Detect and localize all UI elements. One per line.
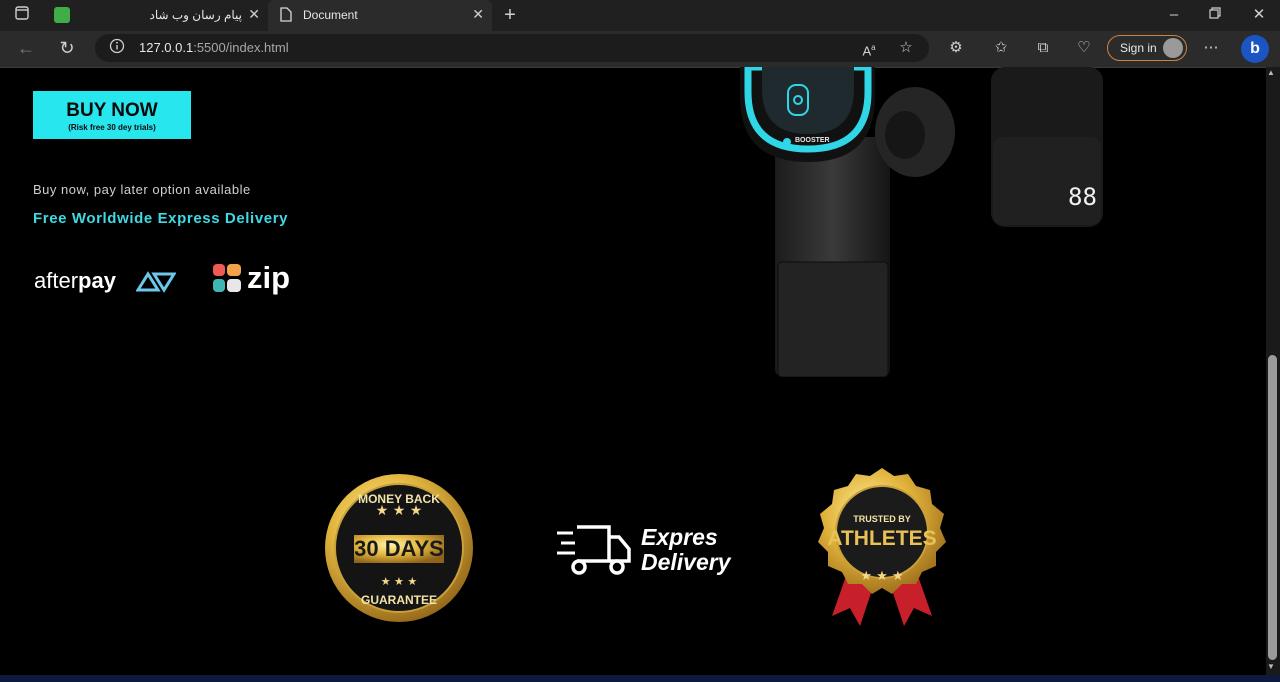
delivery-truck-icon [555, 523, 631, 582]
tab-title: Document [303, 8, 358, 22]
back-icon[interactable]: ← [15, 38, 37, 58]
tab-close-icon[interactable]: ✕ [248, 6, 260, 23]
scroll-down-icon[interactable]: ▼ [1267, 662, 1275, 671]
bing-icon[interactable]: b [1241, 35, 1269, 63]
zip-logo-text: zip [247, 260, 291, 295]
tab-document[interactable]: Document ✕ [268, 0, 492, 31]
athletes-top-text: TRUSTED BY [853, 514, 911, 524]
favorite-star-icon[interactable]: ☆ [895, 38, 917, 58]
close-window-icon[interactable]: ✕ [1248, 5, 1270, 25]
extensions-icon[interactable]: ⚙ [945, 38, 967, 58]
scroll-up-icon[interactable]: ▲ [1267, 68, 1275, 77]
restore-icon[interactable] [1204, 5, 1226, 25]
afterpay-logo: afterpay [34, 268, 116, 294]
tab-actions-icon[interactable] [11, 5, 33, 25]
minimize-icon[interactable]: – [1163, 5, 1185, 25]
avatar[interactable] [1163, 38, 1183, 58]
svg-text:★ ★ ★: ★ ★ ★ [860, 569, 903, 584]
taskbar-edge [0, 675, 1280, 682]
scrollbar-thumb[interactable] [1268, 355, 1277, 660]
shad-favicon-icon [54, 7, 70, 23]
money-back-bottom-text: GUARANTEE [360, 593, 437, 607]
afterpay-arrows-icon [135, 270, 177, 299]
signin-label: Sign in [1120, 41, 1157, 55]
favorites-icon[interactable]: ✩ [990, 38, 1012, 58]
product-brand-label: BOOSTER [795, 137, 830, 144]
refresh-icon[interactable]: ↻ [56, 38, 78, 58]
zip-logo-icon [211, 262, 243, 299]
massage-gun-image [700, 63, 1120, 382]
info-icon[interactable] [106, 38, 128, 58]
buy-now-label: BUY NOW [66, 100, 158, 121]
athletes-main-text: ATHLETES [827, 527, 937, 550]
document-favicon-icon [280, 7, 292, 25]
money-back-top-text: MONEY BACK [358, 492, 440, 506]
express-text-line1: Expres [641, 524, 718, 550]
buy-now-sublabel: (Risk free 30 dey trials) [68, 123, 156, 132]
money-back-main-text: 30 DAYS [354, 536, 444, 561]
tab-title: پیام رسان وب شاد [149, 8, 242, 22]
tab-close-icon[interactable]: ✕ [472, 6, 484, 23]
address-url[interactable]: 127.0.0.1:5500/index.html [139, 40, 289, 55]
svg-text:★ ★ ★: ★ ★ ★ [381, 575, 418, 588]
health-icon[interactable]: ♡ [1073, 38, 1095, 58]
new-tab-icon[interactable]: + [499, 5, 521, 25]
url-host: 127.0.0.1 [139, 40, 194, 55]
more-icon[interactable]: ⋯ [1200, 38, 1222, 58]
collections-icon[interactable]: ⧉ [1032, 38, 1054, 58]
tab-shad[interactable]: پیام رسان وب شاد ✕ [44, 0, 266, 31]
afterpay-light: after [34, 268, 79, 293]
express-text-line2: Delivery [641, 549, 731, 575]
read-aloud-icon[interactable]: Aa [858, 38, 880, 58]
url-path: :5500/index.html [193, 40, 289, 55]
product-display-value: 88 [1068, 183, 1097, 211]
afterpay-bold: pay [78, 268, 116, 293]
pay-later-text: Buy now, pay later option available [33, 182, 251, 197]
free-delivery-text: Free Worldwide Express Delivery [33, 210, 289, 227]
